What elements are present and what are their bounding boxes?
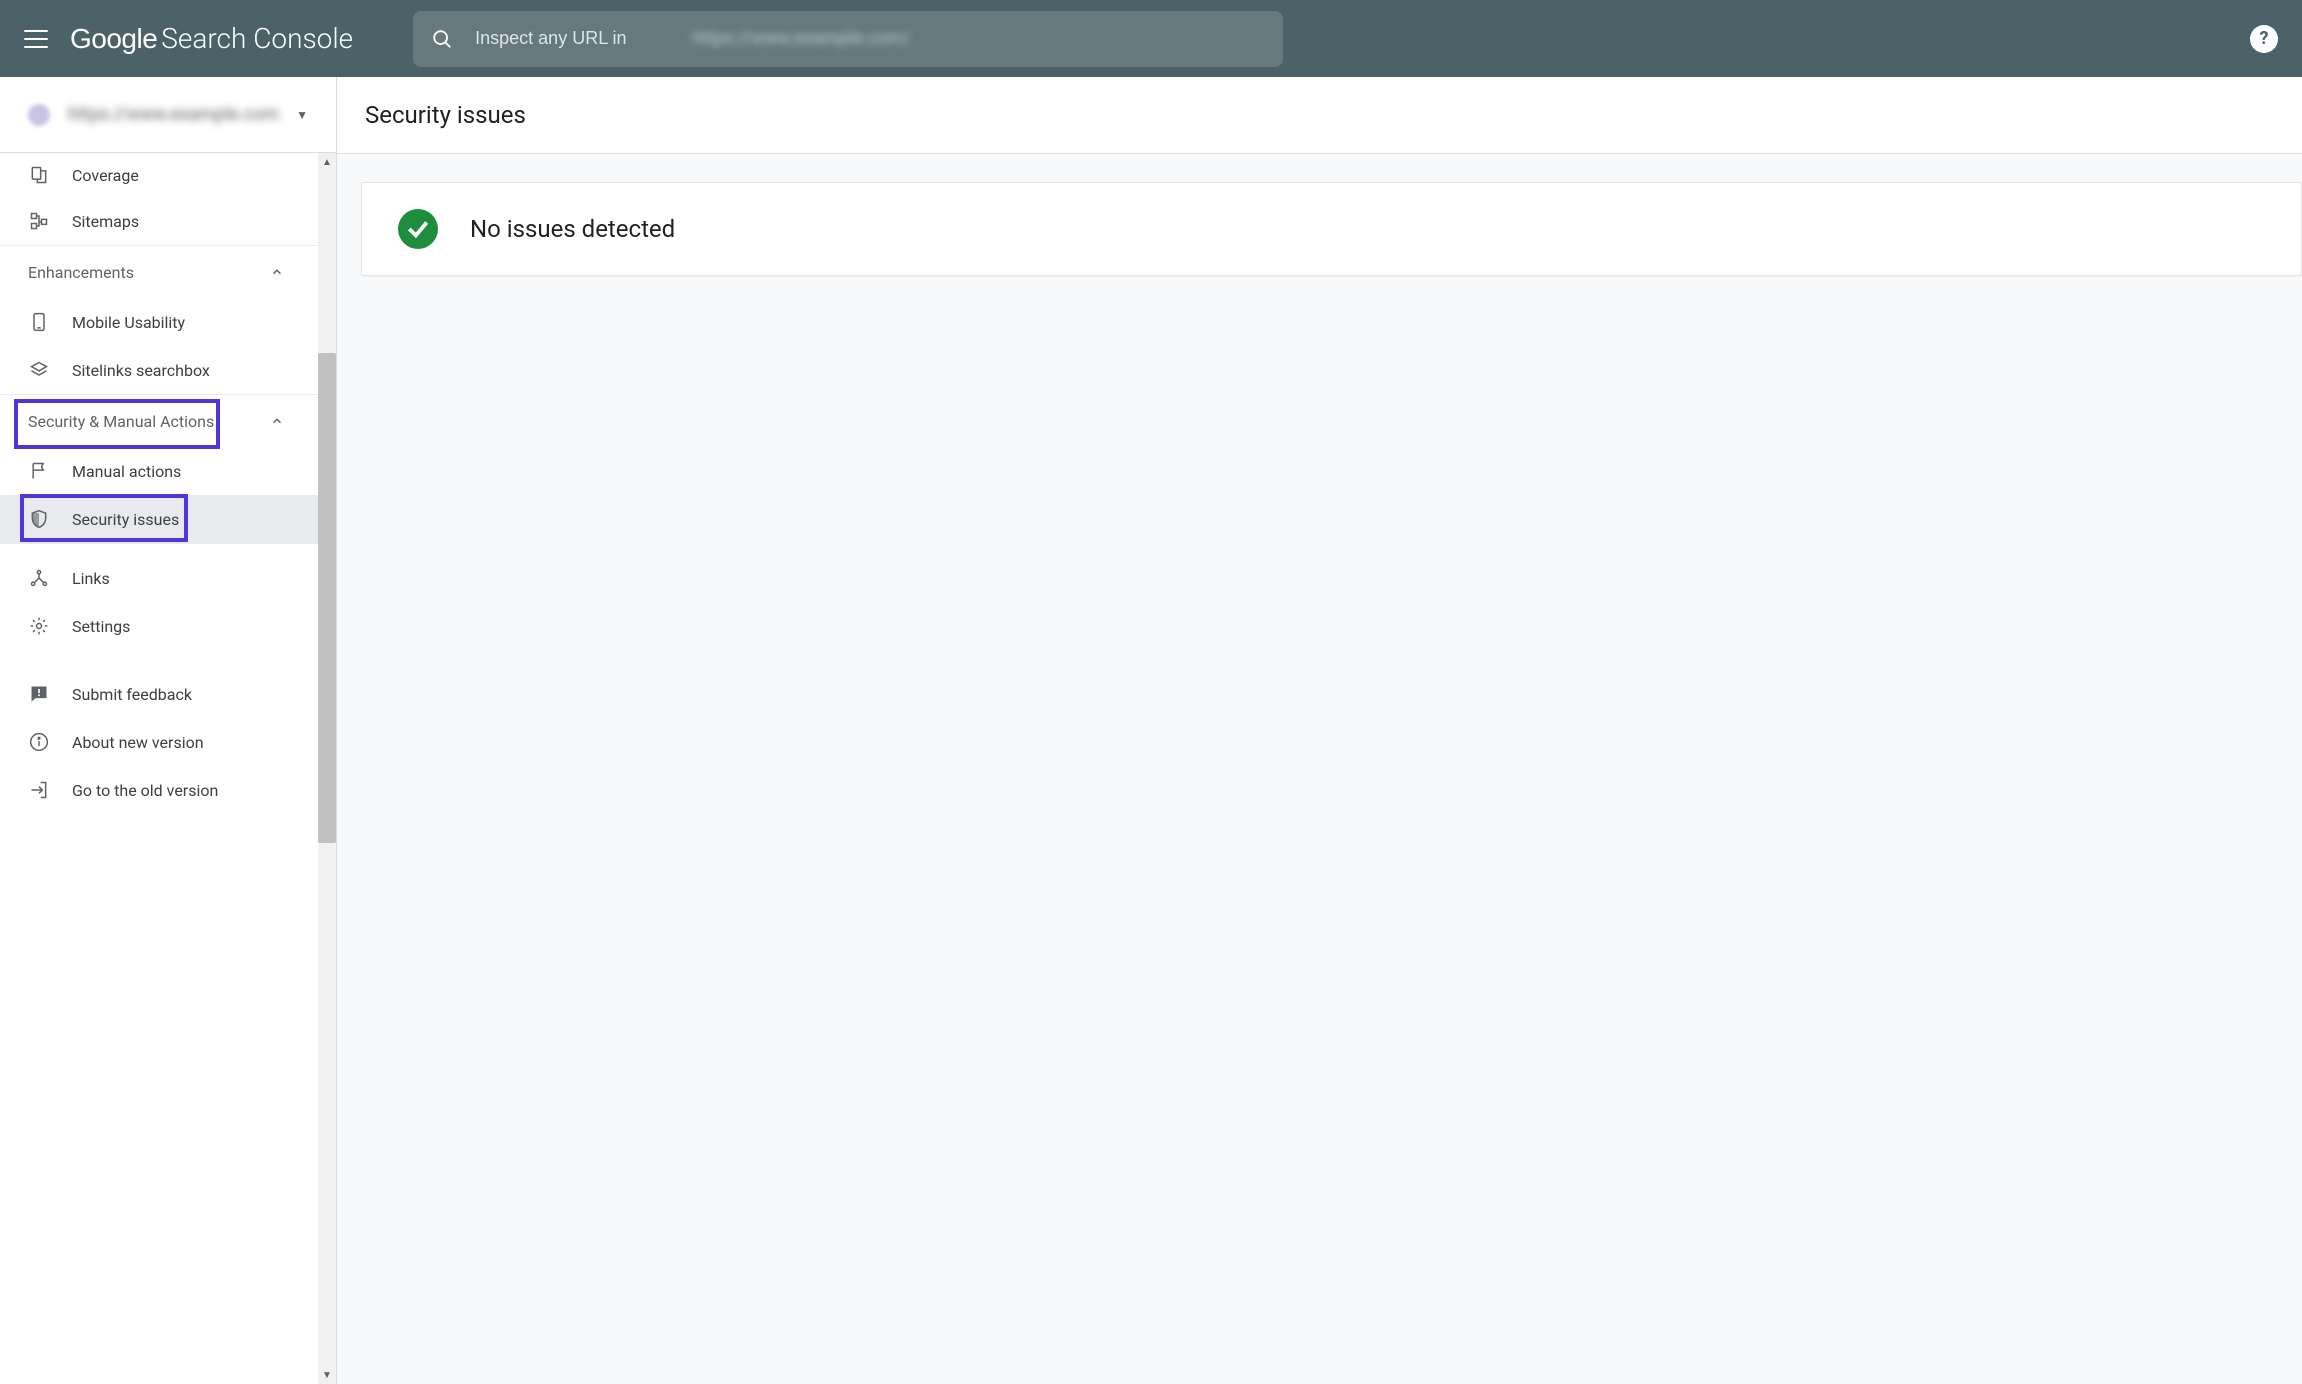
shield-icon: [28, 508, 50, 530]
sidebar-item-label: Go to the old version: [72, 781, 218, 800]
sidebar-item-submit-feedback[interactable]: Submit feedback: [0, 670, 318, 718]
tree-icon: [28, 210, 50, 232]
page-title: Security issues: [337, 77, 2302, 154]
links-icon: [28, 567, 50, 589]
search-input[interactable]: [475, 28, 686, 49]
sidebar-item-settings[interactable]: Settings: [0, 602, 318, 650]
sidebar-item-label: Links: [72, 569, 110, 588]
sidebar-item-security-issues[interactable]: Security issues: [0, 495, 318, 543]
sidebar-item-label: About new version: [72, 733, 204, 752]
main-body: No issues detected: [337, 154, 2302, 1384]
sidebar-item-sitelinks-searchbox[interactable]: Sitelinks searchbox: [0, 346, 318, 394]
property-selector[interactable]: https://www.example.com ▼: [0, 77, 336, 153]
section-title: Security & Manual Actions: [28, 412, 214, 431]
scroll-thumb[interactable]: [318, 353, 336, 843]
sidebar-scrollbar[interactable]: ▲ ▼: [318, 153, 336, 1384]
search-domain-blurred: https://www.example.com/: [692, 28, 910, 49]
help-icon[interactable]: ?: [2250, 25, 2278, 53]
section-enhancements[interactable]: Enhancements: [0, 246, 318, 298]
sidebar-item-label: Sitemaps: [72, 212, 139, 231]
info-icon: [28, 731, 50, 753]
sidebar-item-label: Manual actions: [72, 462, 181, 481]
sidebar-item-links[interactable]: Links: [0, 554, 318, 602]
file-icon: [28, 164, 50, 186]
feedback-icon: [28, 683, 50, 705]
sidebar-item-coverage[interactable]: Coverage: [0, 153, 318, 197]
sidebar: https://www.example.com ▼ Coverage Sitem…: [0, 77, 337, 1384]
chevron-down-icon: ▼: [296, 108, 308, 122]
exit-icon: [28, 779, 50, 801]
sidebar-item-mobile-usability[interactable]: Mobile Usability: [0, 298, 318, 346]
scroll-up-icon[interactable]: ▲: [318, 153, 336, 171]
mobile-icon: [28, 311, 50, 333]
sidebar-item-label: Mobile Usability: [72, 313, 185, 332]
success-check-icon: [398, 209, 438, 249]
url-inspect-search[interactable]: https://www.example.com/: [413, 11, 1283, 67]
property-name-blurred: https://www.example.com: [68, 104, 296, 125]
sidebar-item-label: Security issues: [72, 510, 179, 529]
app-header: Google Search Console https://www.exampl…: [0, 0, 2302, 77]
menu-icon[interactable]: [24, 27, 48, 51]
logo-google: Google: [70, 23, 157, 55]
gear-icon: [28, 615, 50, 637]
sidebar-item-label: Settings: [72, 617, 130, 636]
sidebar-item-sitemaps[interactable]: Sitemaps: [0, 197, 318, 245]
flag-icon: [28, 460, 50, 482]
status-message: No issues detected: [470, 215, 675, 243]
security-status-card: No issues detected: [361, 182, 2302, 276]
sidebar-item-go-to-old-version[interactable]: Go to the old version: [0, 766, 318, 814]
chevron-up-icon: [270, 265, 284, 279]
scroll-down-icon[interactable]: ▼: [318, 1366, 336, 1384]
search-icon: [431, 28, 453, 50]
logo-product: Search Console: [161, 22, 353, 55]
sidebar-item-label: Sitelinks searchbox: [72, 361, 210, 380]
layers-icon: [28, 359, 50, 381]
chevron-up-icon: [270, 414, 284, 428]
main-content: Security issues No issues detected: [337, 77, 2302, 1384]
property-avatar: [28, 104, 50, 126]
sidebar-item-label: Coverage: [72, 166, 139, 185]
section-security-manual-actions[interactable]: Security & Manual Actions: [0, 395, 318, 447]
sidebar-scroll: Coverage Sitemaps Enhancements: [0, 153, 336, 1384]
sidebar-item-manual-actions[interactable]: Manual actions: [0, 447, 318, 495]
sidebar-item-about-new-version[interactable]: About new version: [0, 718, 318, 766]
app-logo: Google Search Console: [70, 22, 353, 55]
section-title: Enhancements: [28, 263, 134, 282]
sidebar-item-label: Submit feedback: [72, 685, 192, 704]
